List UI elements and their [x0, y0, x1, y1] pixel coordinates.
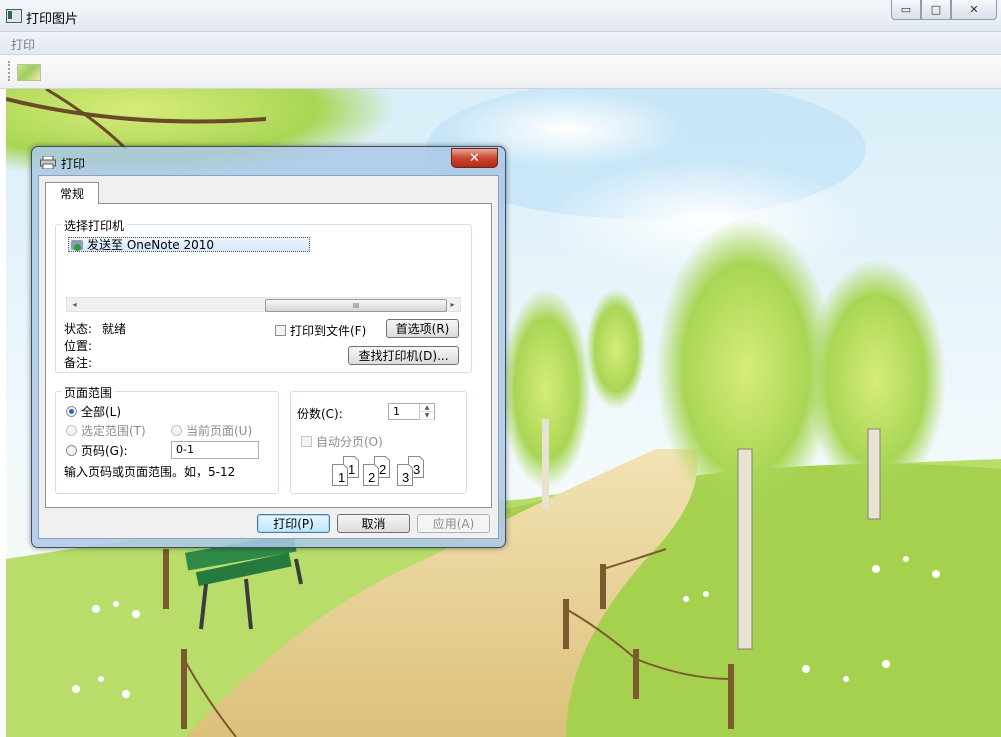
page-range-current-radio [171, 425, 182, 436]
dialog-close-button[interactable]: ✕ [451, 148, 498, 168]
toolbar [0, 55, 1001, 89]
menu-item-print[interactable]: 打印 [11, 36, 35, 53]
page-range-all-label[interactable]: 全部(L) [81, 403, 121, 420]
page-range-group: 页面范围 全部(L) 选定范围(T) 当前页面(U) 页码(G): 0-1 输入… [55, 391, 279, 494]
scrollbar-thumb[interactable]: III [265, 299, 447, 312]
close-window-button[interactable]: ✕ [951, 0, 997, 20]
collate-pages-icon: 1 1 2 2 3 3 [331, 455, 431, 487]
scroll-right-arrow-icon[interactable]: ▸ [445, 298, 460, 311]
printer-list-scrollbar[interactable]: ◂ III ▸ [66, 297, 461, 312]
copies-label: 份数(C): [297, 405, 343, 422]
printer-icon [40, 156, 56, 169]
collate-page-2a: 2 [368, 470, 375, 485]
window-title: 打印图片 [26, 8, 78, 27]
copies-value: 1 [393, 405, 400, 418]
select-printer-label: 选择打印机 [61, 217, 127, 234]
collate-checkbox [301, 436, 312, 447]
minimize-button[interactable]: ▭ [891, 0, 921, 20]
caption-buttons: ▭ □ ✕ [891, 0, 997, 21]
menubar: 打印 [0, 32, 1001, 55]
print-button[interactable]: 打印(P) [257, 514, 330, 533]
printer-item-onenote[interactable]: 发送至 OneNote 2010 [68, 237, 310, 252]
collate-page-3b: 3 [413, 462, 420, 477]
collate-page-3a: 3 [402, 470, 409, 485]
collate-page-1b: 1 [348, 462, 355, 477]
copies-input[interactable]: 1 ▲ ▼ [388, 403, 435, 420]
page-range-all-radio[interactable] [66, 406, 77, 417]
print-to-file-label[interactable]: 打印到文件(F) [290, 322, 366, 339]
pages-input[interactable]: 0-1 [171, 441, 259, 459]
find-printer-button[interactable]: 查找打印机(D)... [348, 346, 459, 365]
printer-device-icon [71, 240, 83, 250]
location-label: 位置: [64, 337, 92, 354]
dialog-client-area: 常规 选择打印机 发送至 OneNote 2010 ◂ III ▸ 状态: 就绪 [38, 175, 499, 539]
copies-group: 份数(C): 1 ▲ ▼ 自动分页(O) [290, 391, 467, 494]
comment-label: 备注: [64, 354, 92, 371]
tab-general[interactable]: 常规 [45, 182, 99, 204]
page-range-label: 页面范围 [61, 384, 115, 401]
apply-button: 应用(A) [417, 514, 490, 533]
dialog-title: 打印 [61, 155, 85, 172]
select-printer-group: 选择打印机 发送至 OneNote 2010 ◂ III ▸ 状态: 就绪 位置… [55, 224, 472, 373]
tab-panel-general: 选择打印机 发送至 OneNote 2010 ◂ III ▸ 状态: 就绪 位置… [45, 203, 492, 508]
printer-list[interactable]: 发送至 OneNote 2010 [66, 235, 461, 297]
status-value: 就绪 [102, 320, 126, 337]
page-range-current-label: 当前页面(U) [186, 422, 252, 439]
spin-down-icon[interactable]: ▼ [420, 412, 434, 420]
page-range-selection-radio [66, 425, 77, 436]
cancel-button[interactable]: 取消 [337, 514, 410, 533]
print-to-file-checkbox[interactable] [275, 325, 286, 336]
picture-icon[interactable] [17, 64, 41, 81]
page-range-selection-label: 选定范围(T) [81, 422, 146, 439]
toolbar-grip-icon[interactable] [8, 61, 12, 81]
printer-name: 发送至 OneNote 2010 [87, 238, 214, 252]
page-range-pages-radio[interactable] [66, 445, 77, 456]
page-range-hint: 输入页码或页面范围。如，5-12 [64, 463, 235, 480]
collate-label: 自动分页(O) [316, 433, 383, 450]
scroll-left-arrow-icon[interactable]: ◂ [67, 298, 82, 311]
collate-page-1a: 1 [338, 470, 345, 485]
preferences-button[interactable]: 首选项(R) [386, 319, 459, 338]
copies-spinner[interactable]: ▲ ▼ [419, 404, 434, 420]
window-titlebar: 打印图片 ▭ □ ✕ [0, 0, 1001, 32]
print-dialog: 打印 ✕ 常规 选择打印机 发送至 OneNote 2010 ◂ III ▸ 状… [31, 146, 506, 548]
app-icon [6, 9, 22, 23]
spin-up-icon[interactable]: ▲ [420, 404, 434, 412]
maximize-button[interactable]: □ [921, 0, 951, 20]
collate-page-2b: 2 [379, 462, 386, 477]
page-range-pages-label[interactable]: 页码(G): [81, 442, 128, 459]
status-label: 状态: [64, 320, 92, 337]
